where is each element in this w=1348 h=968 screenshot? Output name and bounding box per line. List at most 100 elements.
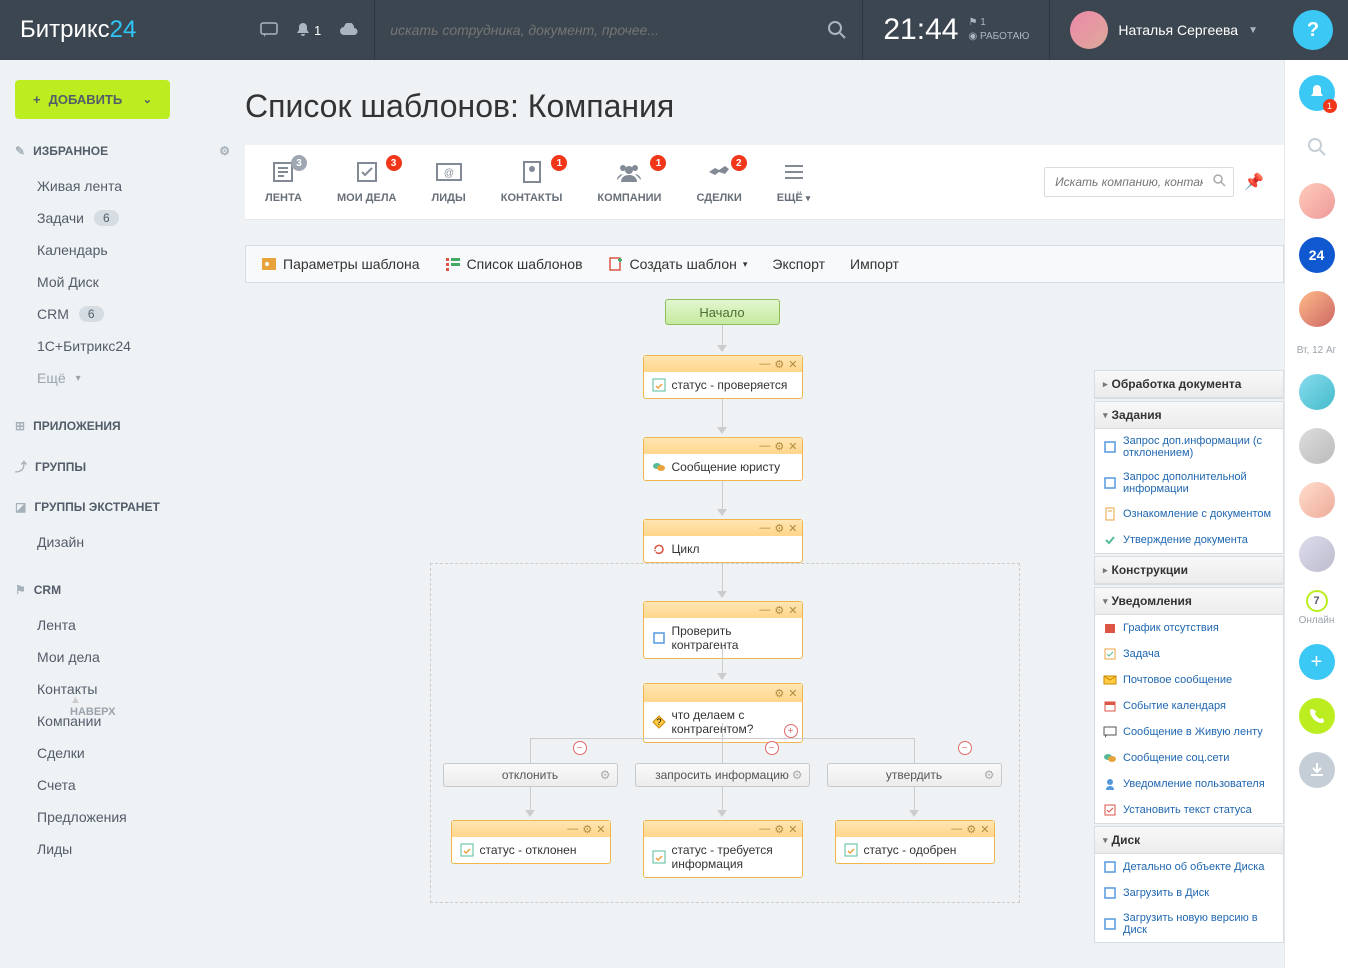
sp-item[interactable]: Загрузить в Диск [1095, 880, 1283, 906]
sidebar-item-crm[interactable]: CRM6 [15, 298, 230, 330]
crm-search-input[interactable] [1044, 167, 1234, 197]
sidebar-section-groups[interactable]: ⤴ ГРУППЫ [15, 458, 230, 475]
sp-section-doc-processing[interactable]: ▸Обработка документа [1095, 371, 1283, 398]
close-icon[interactable]: ✕ [980, 823, 989, 836]
sp-item[interactable]: Загрузить новую версию в Диск [1095, 906, 1283, 942]
crm-nav-mytasks[interactable]: 3 МОИ ДЕЛА [337, 160, 397, 204]
contact-avatar[interactable] [1299, 291, 1335, 327]
call-button[interactable] [1299, 698, 1335, 734]
help-button[interactable]: ? [1293, 10, 1333, 50]
wf-choice-decline[interactable]: отклонить⚙ [443, 763, 618, 787]
close-icon[interactable]: ✕ [788, 687, 797, 700]
sp-item[interactable]: Запрос доп.информации (с отклонением) [1095, 429, 1283, 465]
sidebar-item-crm-contacts[interactable]: Контакты [15, 673, 230, 705]
wf-condition-node[interactable]: ⚙✕ ?что делаем с контрагентом?+ [643, 683, 803, 743]
search-icon[interactable] [827, 20, 847, 40]
crm-nav-contacts[interactable]: 1 КОНТАКТЫ [501, 160, 563, 204]
sp-item[interactable]: Сообщение в Живую ленту [1095, 719, 1283, 745]
sp-item[interactable]: Почтовое сообщение [1095, 667, 1283, 693]
crm-nav-companies[interactable]: 1 КОМПАНИИ [597, 160, 661, 204]
gear-icon[interactable]: ⚙ [774, 440, 784, 453]
wf-box-status-info[interactable]: —⚙✕ статус - требуется информация [643, 820, 803, 878]
gear-icon[interactable]: ⚙ [774, 522, 784, 535]
gear-icon[interactable]: ⚙ [774, 604, 784, 617]
search-icon[interactable] [1212, 173, 1226, 187]
minimize-icon[interactable]: — [951, 823, 962, 835]
time-area[interactable]: 21:44 ⚑ 1 ◉ РАБОТАЮ [863, 13, 1049, 47]
minimize-icon[interactable]: — [759, 522, 770, 534]
download-button[interactable] [1299, 752, 1335, 788]
bell-icon[interactable]: 1 [296, 22, 321, 38]
sp-item[interactable]: Задача [1095, 641, 1283, 667]
minimize-icon[interactable]: — [759, 440, 770, 452]
sp-item[interactable]: Сообщение соц.сети [1095, 745, 1283, 771]
add-branch-icon[interactable]: + [784, 724, 798, 738]
crm-nav-feed[interactable]: 3 ЛЕНТА [265, 160, 302, 204]
remove-branch-icon[interactable]: − [573, 741, 587, 755]
gear-icon[interactable]: ⚙ [600, 768, 611, 782]
gear-icon[interactable]: ⚙ [774, 823, 784, 836]
contact-avatar[interactable] [1299, 183, 1335, 219]
sidebar-section-extranet[interactable]: ◪ ГРУППЫ ЭКСТРАНЕТ [15, 500, 230, 514]
gear-icon[interactable]: ⚙ [774, 358, 784, 371]
minimize-icon[interactable]: — [759, 604, 770, 616]
sidebar-item-disk[interactable]: Мой Диск [15, 266, 230, 298]
sp-section-disk[interactable]: ▾Диск [1095, 827, 1283, 854]
sidebar-item-tasks[interactable]: Задачи6 [15, 202, 230, 234]
sidebar-section-crm[interactable]: ⚑ CRM [15, 583, 230, 597]
sp-item[interactable]: Запрос дополнительной информации [1095, 465, 1283, 501]
sidebar-section-apps[interactable]: ⊞ ПРИЛОЖЕНИЯ [15, 419, 230, 433]
wf-choice-request[interactable]: запросить информацию⚙ [635, 763, 810, 787]
sidebar-item-1c[interactable]: 1С+Битрикс24 [15, 330, 230, 362]
crm-nav-more[interactable]: ЕЩЁ ▾ [777, 160, 811, 204]
gear-icon[interactable]: ⚙ [774, 687, 784, 700]
wf-start-node[interactable]: Начало [665, 299, 780, 325]
back-to-top[interactable]: ▲НАВЕРХ [70, 694, 115, 718]
contact-avatar[interactable] [1299, 428, 1335, 464]
global-search-input[interactable] [390, 22, 847, 38]
cloud-icon[interactable] [339, 23, 359, 37]
sp-item[interactable]: Утверждение документа [1095, 527, 1283, 553]
close-icon[interactable]: ✕ [788, 358, 797, 371]
close-icon[interactable]: ✕ [788, 522, 797, 535]
sp-section-notifications[interactable]: ▾Уведомления [1095, 588, 1283, 615]
close-icon[interactable]: ✕ [788, 823, 797, 836]
sidebar-section-favorites[interactable]: ✎ ИЗБРАННОЕ ⚙ [15, 144, 230, 158]
wf-box-status-declined[interactable]: —⚙✕ статус - отклонен [451, 820, 611, 864]
pin-icon[interactable]: 📌 [1244, 172, 1264, 192]
sidebar-item-crm-invoices[interactable]: Счета [15, 769, 230, 801]
search-button[interactable] [1299, 129, 1335, 165]
notifications-button[interactable]: 1 [1299, 75, 1335, 111]
minimize-icon[interactable]: — [759, 823, 770, 835]
remove-branch-icon[interactable]: − [958, 741, 972, 755]
sidebar-item-design[interactable]: Дизайн [15, 526, 230, 558]
add-action-button[interactable]: + [1299, 644, 1335, 680]
sp-section-tasks[interactable]: ▾Задания [1095, 402, 1283, 429]
sp-item[interactable]: Событие календаря [1095, 693, 1283, 719]
toolbar-list[interactable]: Список шаблонов [445, 256, 583, 272]
wf-box-status-checking[interactable]: —⚙✕ статус - проверяется [643, 355, 803, 399]
sp-item[interactable]: Детально об объекте Диска [1095, 854, 1283, 880]
chat-icon[interactable] [260, 22, 278, 38]
wf-box-message-lawyer[interactable]: —⚙✕ Сообщение юристу [643, 437, 803, 481]
sp-item[interactable]: Уведомление пользователя [1095, 771, 1283, 797]
gear-icon[interactable]: ⚙ [792, 768, 803, 782]
sidebar-item-more[interactable]: Ещё▾ [15, 362, 230, 394]
crm-nav-deals[interactable]: 2 СДЕЛКИ [696, 160, 741, 204]
sidebar-item-crm-companies[interactable]: Компании [15, 705, 230, 737]
online-indicator[interactable]: 7 Онлайн [1299, 590, 1335, 626]
sidebar-item-crm-leads[interactable]: Лиды [15, 833, 230, 865]
contact-avatar[interactable] [1299, 374, 1335, 410]
user-menu[interactable]: Наталья Сергеева ▼ [1050, 11, 1278, 49]
toolbar-import[interactable]: Импорт [850, 256, 899, 272]
wf-box-check-counterparty[interactable]: —⚙✕ Проверить контрагента [643, 601, 803, 659]
contact-avatar[interactable] [1299, 536, 1335, 572]
toolbar-create[interactable]: Создать шаблон ▾ [608, 256, 748, 272]
crm-nav-leads[interactable]: @ ЛИДЫ [432, 160, 466, 204]
close-icon[interactable]: ✕ [596, 823, 605, 836]
close-icon[interactable]: ✕ [788, 604, 797, 617]
logo[interactable]: Битрикс24 [0, 16, 245, 44]
sp-item[interactable]: Установить текст статуса [1095, 797, 1283, 823]
sp-item[interactable]: Ознакомление с документом [1095, 501, 1283, 527]
sp-section-constructs[interactable]: ▸Конструкции [1095, 557, 1283, 584]
